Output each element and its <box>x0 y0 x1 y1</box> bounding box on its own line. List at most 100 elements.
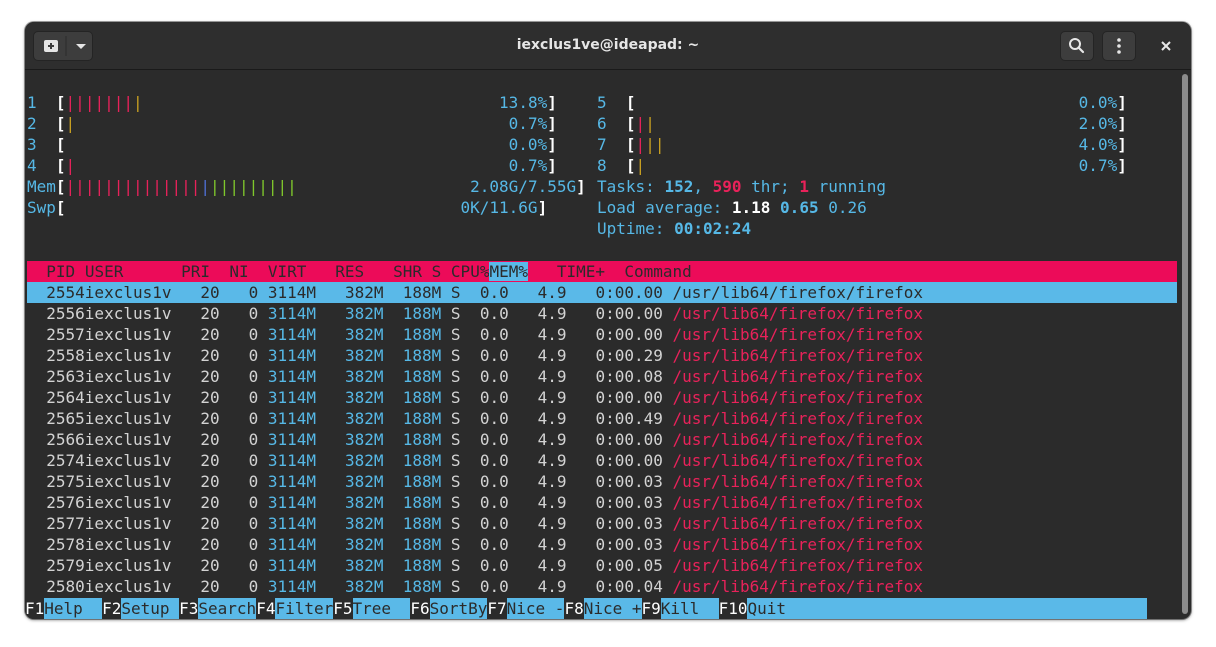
fkey-label[interactable]: Tree <box>352 598 411 619</box>
fkey-label[interactable]: Setup <box>121 598 180 619</box>
process-virt: 3114M <box>267 472 317 491</box>
process-s: S <box>450 451 461 470</box>
process-user: iexclus1v <box>84 346 172 365</box>
process-row[interactable]: 2574iexclus1v 20 0 3114M 382M 188M S 0.0… <box>27 450 923 471</box>
fkey-f5[interactable]: F5 <box>333 598 352 619</box>
process-row[interactable]: 2558iexclus1v 20 0 3114M 382M 188M S 0.0… <box>27 345 923 366</box>
process-s: S <box>450 493 461 512</box>
process-ni: 0 <box>248 409 259 428</box>
fkey-label[interactable]: SortBy <box>429 598 488 619</box>
process-virt: 3114M <box>267 409 317 428</box>
fkey-label[interactable]: Nice - <box>506 598 565 619</box>
fkey-f9[interactable]: F9 <box>642 598 661 619</box>
fkey-label[interactable]: Quit <box>747 598 1148 619</box>
process-user: iexclus1v <box>84 304 172 323</box>
title-bar: iexclus1ve@ideapad: ~ <box>25 22 1191 70</box>
process-row[interactable]: 2579iexclus1v 20 0 3114M 382M 188M S 0.0… <box>27 555 923 576</box>
column-headers[interactable]: PID USER PRI NI VIRT RES SHR S CPU%MEM% … <box>27 261 692 282</box>
fkey-f4[interactable]: F4 <box>256 598 275 619</box>
process-user: iexclus1v <box>84 388 172 407</box>
process-s: S <box>450 346 461 365</box>
process-mem: 4.9 <box>537 367 567 386</box>
process-res: 382M <box>344 472 384 491</box>
process-cmd: /usr/lib64/firefox/firefox <box>672 493 923 512</box>
process-time: 0:00.00 <box>595 451 663 470</box>
process-ni: 0 <box>248 346 259 365</box>
process-mem: 4.9 <box>537 577 567 596</box>
window-title: iexclus1ve@ideapad: ~ <box>516 37 700 53</box>
process-row[interactable]: 2565iexclus1v 20 0 3114M 382M 188M S 0.0… <box>27 408 923 429</box>
close-icon <box>1161 41 1171 51</box>
fkey-f2[interactable]: F2 <box>102 598 121 619</box>
process-row[interactable]: 2556iexclus1v 20 0 3114M 382M 188M S 0.0… <box>27 303 923 324</box>
process-s: S <box>450 556 461 575</box>
fkey-f8[interactable]: F8 <box>564 598 583 619</box>
process-cpu: 0.0 <box>479 514 509 533</box>
process-virt: 3114M <box>267 346 317 365</box>
terminal-area[interactable]: 1 [|||||||| 13.8%] 2 [| 0.7%] 3 [ 0.0%] … <box>25 70 1177 619</box>
process-pri: 20 <box>200 556 220 575</box>
fkey-f10[interactable]: F10 <box>719 598 748 619</box>
mem-meter: Mem[|||||||||||||||||||||||| 2.08G/7.55G… <box>27 177 586 196</box>
process-row[interactable]: 2576iexclus1v 20 0 3114M 382M 188M S 0.0… <box>27 492 923 513</box>
process-s: S <box>450 367 461 386</box>
process-shr: 188M <box>402 514 442 533</box>
process-cpu: 0.0 <box>479 409 509 428</box>
menu-button[interactable] <box>1102 31 1136 61</box>
scrollbar[interactable] <box>1182 74 1188 614</box>
process-cmd: /usr/lib64/firefox/firefox <box>672 577 923 596</box>
process-user: iexclus1v <box>84 577 172 596</box>
process-row[interactable]: 2564iexclus1v 20 0 3114M 382M 188M S 0.0… <box>27 387 923 408</box>
process-pid: 2564 <box>46 388 85 407</box>
process-pri: 20 <box>200 472 220 491</box>
terminal-window: iexclus1ve@ideapad: ~ 1 [|||||||| 13.8%]… <box>25 22 1191 619</box>
fkey-label[interactable]: Filter <box>275 598 334 619</box>
process-row[interactable]: 2566iexclus1v 20 0 3114M 382M 188M S 0.0… <box>27 429 923 450</box>
fkey-f6[interactable]: F6 <box>410 598 429 619</box>
process-s: S <box>450 514 461 533</box>
process-shr: 188M <box>402 451 442 470</box>
fkey-f3[interactable]: F3 <box>179 598 198 619</box>
process-user: iexclus1v <box>84 283 172 302</box>
fkey-f1[interactable]: F1 <box>25 598 44 619</box>
process-mem: 4.9 <box>537 535 567 554</box>
fkey-label[interactable]: Search <box>198 598 257 619</box>
process-time: 0:00.03 <box>595 493 663 512</box>
process-ni: 0 <box>248 283 259 302</box>
process-row[interactable]: 2557iexclus1v 20 0 3114M 382M 188M S 0.0… <box>27 324 923 345</box>
process-mem: 4.9 <box>537 304 567 323</box>
process-user: iexclus1v <box>84 367 172 386</box>
fkey-f7[interactable]: F7 <box>487 598 506 619</box>
fkey-label[interactable]: Nice + <box>583 598 642 619</box>
process-cpu: 0.0 <box>479 346 509 365</box>
process-pri: 20 <box>200 367 220 386</box>
search-button[interactable] <box>1060 31 1094 61</box>
process-virt: 3114M <box>267 325 317 344</box>
process-shr: 188M <box>402 430 442 449</box>
process-cpu: 0.0 <box>479 493 509 512</box>
process-res: 382M <box>344 283 384 302</box>
process-cmd: /usr/lib64/firefox/firefox <box>672 472 923 491</box>
process-time: 0:00.49 <box>595 409 663 428</box>
process-table-header[interactable]: PID USER PRI NI VIRT RES SHR S CPU%MEM% … <box>27 261 1177 282</box>
process-time: 0:00.00 <box>595 430 663 449</box>
fkey-label[interactable]: Help <box>44 598 103 619</box>
process-virt: 3114M <box>267 283 317 302</box>
process-cpu: 0.0 <box>479 556 509 575</box>
process-row[interactable]: 2578iexclus1v 20 0 3114M 382M 188M S 0.0… <box>27 534 923 555</box>
close-button[interactable] <box>1151 31 1181 61</box>
process-row[interactable]: 2563iexclus1v 20 0 3114M 382M 188M S 0.0… <box>27 366 923 387</box>
process-time: 0:00.03 <box>595 535 663 554</box>
process-row[interactable]: 2575iexclus1v 20 0 3114M 382M 188M S 0.0… <box>27 471 923 492</box>
process-mem: 4.9 <box>537 493 567 512</box>
fkey-label[interactable]: Kill <box>660 598 719 619</box>
process-row[interactable]: 2554iexclus1v 20 0 3114M 382M 188M S 0.0… <box>27 282 923 303</box>
process-row[interactable]: 2580iexclus1v 20 0 3114M 382M 188M S 0.0… <box>27 576 923 597</box>
process-pri: 20 <box>200 430 220 449</box>
process-ni: 0 <box>248 325 259 344</box>
process-s: S <box>450 472 461 491</box>
process-row[interactable]: 2577iexclus1v 20 0 3114M 382M 188M S 0.0… <box>27 513 923 534</box>
process-cpu: 0.0 <box>479 304 509 323</box>
process-shr: 188M <box>402 493 442 512</box>
process-shr: 188M <box>402 472 442 491</box>
